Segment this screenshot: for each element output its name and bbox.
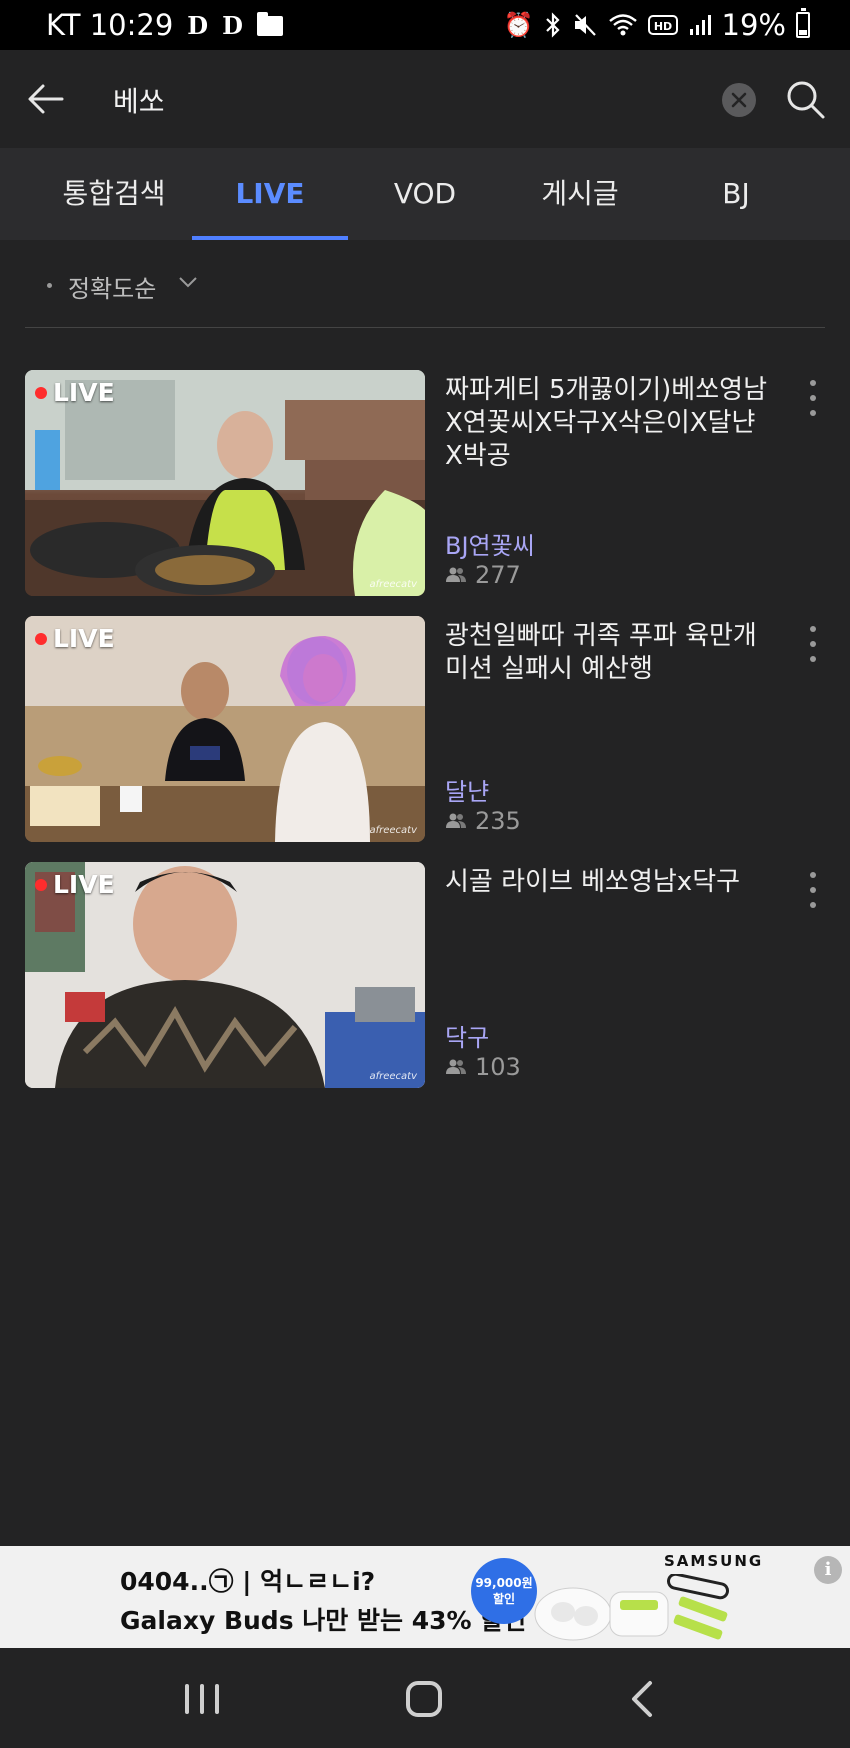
viewer-count-value: 277: [475, 561, 521, 589]
mute-icon: [574, 14, 596, 36]
sort-label: 정확도순: [68, 275, 157, 303]
bj-name-link[interactable]: 달냔: [445, 772, 489, 807]
hd-icon: HD: [647, 15, 678, 35]
viewer-count-value: 235: [475, 807, 521, 835]
folder-icon: [256, 12, 283, 36]
signal-icon: [689, 15, 711, 35]
bluetooth-icon: [545, 12, 560, 38]
ad-subheadline: Galaxy Buds 나만 받는 43% 할인: [120, 1606, 527, 1635]
tab-posts[interactable]: 게시글: [502, 148, 658, 240]
viewer-count: 103: [445, 1053, 521, 1081]
status-left: KT 10:29 D D: [46, 8, 283, 42]
watermark-logo: afreecatv: [369, 825, 417, 836]
live-label: LIVE: [53, 378, 115, 407]
search-icon[interactable]: [784, 78, 826, 120]
divider: [25, 327, 825, 328]
clear-search-button[interactable]: [722, 83, 756, 117]
stream-thumbnail[interactable]: LIVE afreecatv: [25, 370, 425, 596]
live-dot-icon: [35, 878, 47, 891]
live-badge: LIVE: [35, 624, 115, 653]
result-item[interactable]: LIVE afreecatv 짜파게티 5개끓이기)베쏘영남X연꽃씨X닥구X삭은…: [25, 370, 825, 596]
carrier-time: KT 10:29: [46, 8, 174, 42]
search-input[interactable]: 베쏘: [113, 80, 165, 120]
wifi-icon: [608, 14, 637, 36]
viewers-icon: [446, 813, 466, 828]
live-label: LIVE: [53, 624, 115, 653]
home-button-icon[interactable]: [406, 1681, 442, 1717]
live-badge: LIVE: [35, 870, 115, 899]
viewers-icon: [446, 567, 466, 582]
system-nav-bar: [0, 1648, 850, 1748]
ad-brand-logo: SAMSUNG: [664, 1552, 764, 1570]
tab-vod[interactable]: VOD: [347, 148, 503, 240]
viewers-icon: [446, 1059, 466, 1074]
chevron-down-icon: [179, 277, 197, 288]
svg-text:HD: HD: [653, 20, 671, 33]
battery-icon: [796, 8, 810, 38]
viewer-count: 235: [445, 807, 521, 835]
status-bar: KT 10:29 D D ⏰ HD 19%: [0, 0, 850, 50]
more-options-icon[interactable]: [801, 378, 825, 418]
ad-headline: 0404..㉠ | 억ㄴㄹㄴi?: [120, 1567, 376, 1596]
stream-thumbnail[interactable]: LIVE afreecatv: [25, 616, 425, 842]
live-label: LIVE: [53, 870, 115, 899]
bj-name-link[interactable]: BJ연꽃씨: [445, 526, 535, 561]
search-header: 베쏘: [0, 50, 850, 148]
sort-dropdown[interactable]: 정확도순: [0, 240, 850, 328]
live-dot-icon: [35, 386, 47, 399]
live-dot-icon: [35, 632, 47, 645]
nav-back-icon[interactable]: [630, 1680, 654, 1718]
stream-thumbnail[interactable]: LIVE afreecatv: [25, 862, 425, 1088]
more-options-icon[interactable]: [801, 870, 825, 910]
live-badge: LIVE: [35, 378, 115, 407]
tab-integrated-search[interactable]: 통합검색: [36, 148, 192, 240]
more-options-icon[interactable]: [801, 624, 825, 664]
recent-apps-icon[interactable]: [185, 1684, 219, 1714]
ad-info-icon[interactable]: i: [814, 1556, 842, 1584]
notification-d-icon: D: [187, 10, 209, 40]
earbuds-product-image: [534, 1574, 729, 1641]
notification-d-icon: D: [222, 10, 243, 40]
viewer-count-value: 103: [475, 1053, 521, 1081]
tab-live[interactable]: LIVE: [192, 148, 348, 240]
stream-title[interactable]: 광천일빠따 귀족 푸파 육만개미션 실패시 예산행: [445, 620, 770, 686]
result-item[interactable]: LIVE afreecatv 시골 라이브 베쏘영남x닥구 닥구 103: [25, 862, 825, 1088]
stream-title[interactable]: 짜파게티 5개끓이기)베쏘영남X연꽃씨X닥구X삭은이X달냔X박공: [445, 374, 770, 473]
viewer-count: 277: [445, 561, 521, 589]
tab-bar: 통합검색 LIVE VOD 게시글 BJ: [0, 148, 850, 240]
stream-title[interactable]: 시골 라이브 베쏘영남x닥구: [445, 866, 770, 899]
tab-bj[interactable]: BJ: [658, 148, 814, 240]
alarm-icon: ⏰: [503, 11, 534, 39]
status-right: ⏰ HD 19%: [504, 8, 810, 42]
back-arrow-icon[interactable]: [24, 77, 68, 121]
watermark-logo: afreecatv: [369, 579, 417, 590]
bj-name-link[interactable]: 닥구: [445, 1018, 489, 1053]
ad-banner[interactable]: 0404..㉠ | 억ㄴㄹㄴi? Galaxy Buds 나만 받는 43% 할…: [0, 1546, 850, 1648]
watermark-logo: afreecatv: [369, 1071, 417, 1082]
result-item[interactable]: LIVE afreecatv 광천일빠따 귀족 푸파 육만개미션 실패시 예산행…: [25, 616, 825, 842]
bullet-dot: [47, 283, 52, 288]
close-icon: [731, 92, 747, 108]
battery-percent: 19%: [721, 8, 786, 42]
